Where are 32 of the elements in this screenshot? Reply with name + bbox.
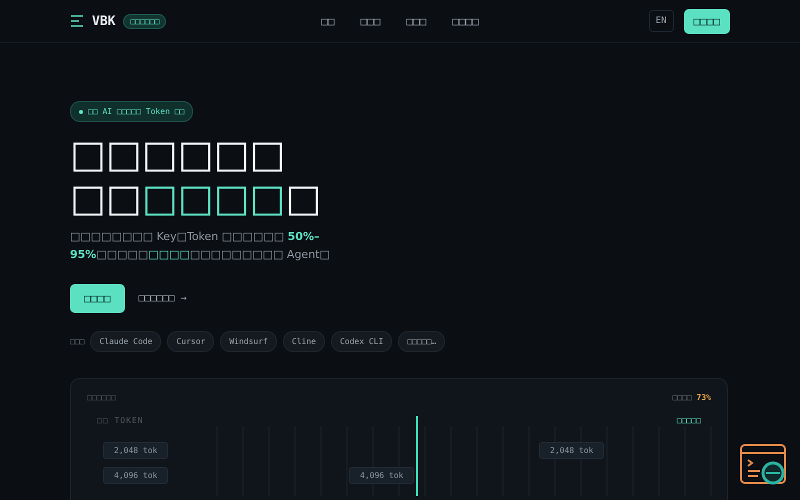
tool-tag: Claude Code [90, 331, 162, 352]
menu-icon[interactable] [70, 15, 84, 27]
token-chip: 2,048 tok [103, 442, 168, 459]
axis-label: □□ TOKEN [97, 416, 144, 425]
tool-tag: Cursor [167, 331, 214, 352]
tool-tag: Windsurf [220, 331, 277, 352]
nav-link[interactable]: □□□ [360, 14, 380, 28]
logo[interactable]: VBK [92, 14, 116, 28]
headline-part: □□□□ [142, 176, 286, 220]
hero-description: □□□□□□□□ Key□Token □□□□□□ 50%–95%□□□□□□□□□□□□□□□□□□ Agent□ [70, 229, 331, 263]
headline-part: □□ [70, 176, 142, 220]
nav-link[interactable]: □□□ [406, 14, 426, 28]
stat-text: □□□□ 73% [672, 393, 711, 402]
tool-tag: □□□□□… [398, 331, 446, 352]
nav-link[interactable]: □□ [321, 14, 334, 28]
primary-button[interactable]: □□□□ [70, 284, 124, 313]
tool-tag: Codex CLI [330, 331, 392, 352]
headline-part: □ [285, 176, 322, 220]
tools-label: □□□ [70, 337, 84, 346]
panel-title: □□□□□□ [87, 393, 116, 402]
header-badge: □□□□□□ [123, 14, 166, 28]
nav-link[interactable]: □□□□ [452, 14, 479, 28]
language-button[interactable]: EN [648, 10, 674, 32]
header-cta-button[interactable]: □□□□ [684, 8, 730, 34]
token-chip: 4,096 tok [103, 467, 168, 484]
secondary-link[interactable]: □□□□□□ → [138, 293, 187, 304]
legend-label: □□□□□ [676, 416, 701, 425]
headline-part: □□□□□□ [70, 132, 286, 176]
token-chip: 4,096 tok [349, 467, 414, 484]
tool-tag: Cline [282, 331, 325, 352]
token-chip: 2,048 tok [539, 442, 604, 459]
hero-tag: □□ AI □□□□□ Token □□ [70, 101, 194, 122]
